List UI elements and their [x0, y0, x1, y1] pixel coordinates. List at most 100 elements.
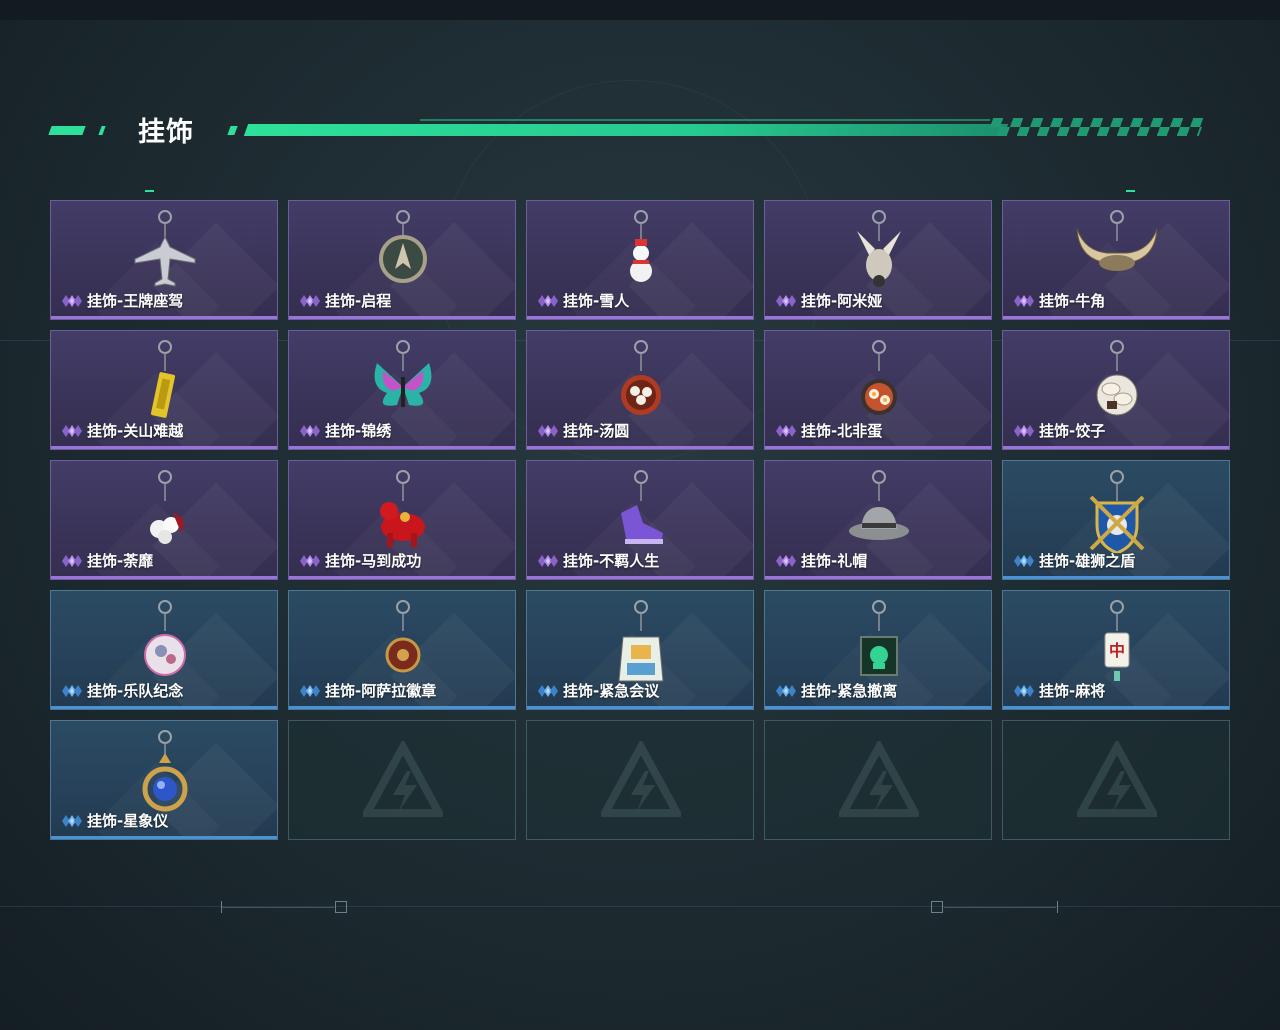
- charm-label: 挂饰-不羁人生: [537, 550, 659, 571]
- rarity-underline: [527, 316, 753, 319]
- mahjong-tile-charm-icon: 中: [1104, 600, 1130, 681]
- astrolabe-charm-icon: [142, 730, 188, 812]
- charm-card[interactable]: 挂饰-汤圆: [526, 330, 754, 450]
- rarity-gem-icon: [538, 684, 558, 697]
- rarity-gem-icon: [1014, 294, 1034, 307]
- butterfly-charm-icon: [374, 340, 432, 407]
- charm-card[interactable]: 挂饰-关山难越: [50, 330, 278, 450]
- charm-name: 挂饰-礼帽: [801, 552, 868, 570]
- bottom-deco-line: [944, 907, 1056, 908]
- charm-name: 挂饰-紧急会议: [563, 682, 660, 700]
- charm-card[interactable]: 挂饰-礼帽: [764, 460, 992, 580]
- rarity-underline: [51, 576, 277, 579]
- rarity-underline: [1003, 316, 1229, 319]
- charm-label: 挂饰-紧急撤离: [775, 680, 897, 701]
- rarity-gem-icon: [300, 554, 320, 567]
- empty-slot: [764, 720, 992, 840]
- rarity-gem-icon: [776, 424, 796, 437]
- charm-label: 挂饰-汤圆: [537, 420, 629, 441]
- rarity-gem-icon: [62, 814, 82, 827]
- rarity-gem-icon: [776, 684, 796, 697]
- charm-card[interactable]: 挂饰-牛角: [1002, 200, 1230, 320]
- charm-name: 挂饰-汤圆: [563, 422, 630, 440]
- empty-slot-logo-icon: [601, 741, 681, 817]
- rarity-gem-icon: [776, 294, 796, 307]
- rarity-underline: [765, 576, 991, 579]
- charm-label: 挂饰-荼靡: [61, 550, 153, 571]
- rarity-gem-icon: [300, 294, 320, 307]
- rarity-underline: [289, 576, 515, 579]
- charm-card[interactable]: 中 挂饰-麻将: [1002, 590, 1230, 710]
- rarity-gem-icon: [776, 554, 796, 567]
- rarity-gem-icon: [1014, 554, 1034, 567]
- page-title: 挂饰: [138, 117, 194, 148]
- charm-card[interactable]: 挂饰-不羁人生: [526, 460, 754, 580]
- charm-card[interactable]: 挂饰-星象仪: [50, 720, 278, 840]
- charm-name: 挂饰-雄狮之盾: [1039, 552, 1136, 570]
- charm-card[interactable]: 挂饰-启程: [288, 200, 516, 320]
- charm-card[interactable]: 挂饰-马到成功: [288, 460, 516, 580]
- rarity-underline: [51, 446, 277, 449]
- empty-slot: [526, 720, 754, 840]
- charm-card[interactable]: 挂饰-乐队纪念: [50, 590, 278, 710]
- charm-label: 挂饰-礼帽: [775, 550, 867, 571]
- meeting-acrylic-charm-icon: [618, 600, 664, 682]
- charm-name: 挂饰-关山难越: [87, 422, 184, 440]
- header-checker-pattern: [986, 118, 1206, 136]
- rarity-underline: [1003, 576, 1229, 579]
- bunny-plush-charm-icon: [857, 210, 901, 287]
- bottom-deco-box: [335, 901, 347, 913]
- jet-plane-charm-icon: [134, 210, 196, 287]
- charm-card[interactable]: 挂饰-阿米娅: [764, 200, 992, 320]
- charm-name: 挂饰-紧急撤离: [801, 682, 898, 700]
- rice-ball-bowl-charm-icon: [621, 340, 661, 415]
- charm-label: 挂饰-王牌座驾: [61, 290, 183, 311]
- top-band: [0, 0, 1280, 20]
- charm-name: 挂饰-启程: [325, 292, 392, 310]
- charm-name: 挂饰-锦绣: [325, 422, 392, 440]
- charm-card[interactable]: 挂饰-饺子: [1002, 330, 1230, 450]
- compass-medallion-charm-icon: [379, 210, 427, 283]
- header-accent: [48, 126, 86, 135]
- charm-card[interactable]: 挂饰-阿萨拉徽章: [288, 590, 516, 710]
- rarity-gem-icon: [62, 424, 82, 437]
- rarity-underline: [51, 316, 277, 319]
- charm-card[interactable]: 挂饰-锦绣: [288, 330, 516, 450]
- charm-label: 挂饰-饺子: [1013, 420, 1105, 441]
- rarity-gem-icon: [1014, 424, 1034, 437]
- rarity-underline: [51, 836, 277, 839]
- empty-slot-logo-icon: [363, 741, 443, 817]
- empty-slot: [288, 720, 516, 840]
- rarity-underline: [1003, 706, 1229, 709]
- charm-name: 挂饰-饺子: [1039, 422, 1106, 440]
- header-thin-line: [420, 119, 990, 121]
- charm-card[interactable]: 挂饰-紧急撤离: [764, 590, 992, 710]
- bottom-deco-box: [931, 901, 943, 913]
- bull-horns-charm-icon: [1076, 210, 1158, 271]
- charm-card[interactable]: 挂饰-雪人: [526, 200, 754, 320]
- rarity-underline: [1003, 446, 1229, 449]
- charm-card[interactable]: 挂饰-北非蛋: [764, 330, 992, 450]
- charm-label: 挂饰-星象仪: [61, 810, 168, 831]
- charm-name: 挂饰-荼靡: [87, 552, 154, 570]
- header-bar: [243, 124, 1009, 136]
- charm-card[interactable]: 挂饰-荼靡: [50, 460, 278, 580]
- rarity-underline: [51, 706, 277, 709]
- rarity-underline: [527, 706, 753, 709]
- rarity-gem-icon: [538, 424, 558, 437]
- charm-label: 挂饰-麻将: [1013, 680, 1105, 701]
- charm-card[interactable]: 挂饰-雄狮之盾: [1002, 460, 1230, 580]
- bottom-deco-tick: [1057, 901, 1058, 913]
- charm-card[interactable]: 挂饰-王牌座驾: [50, 200, 278, 320]
- header-accent: [98, 126, 106, 135]
- charm-card[interactable]: 挂饰-紧急会议: [526, 590, 754, 710]
- header-accent: [227, 126, 238, 135]
- empty-slot-logo-icon: [1077, 741, 1157, 817]
- rarity-gem-icon: [538, 554, 558, 567]
- charm-name: 挂饰-北非蛋: [801, 422, 883, 440]
- background-line: [0, 906, 1280, 907]
- rarity-underline: [527, 446, 753, 449]
- mahjong-glyph: 中: [1109, 641, 1125, 660]
- charm-label: 挂饰-紧急会议: [537, 680, 659, 701]
- gold-bar-charm-icon: [150, 340, 176, 418]
